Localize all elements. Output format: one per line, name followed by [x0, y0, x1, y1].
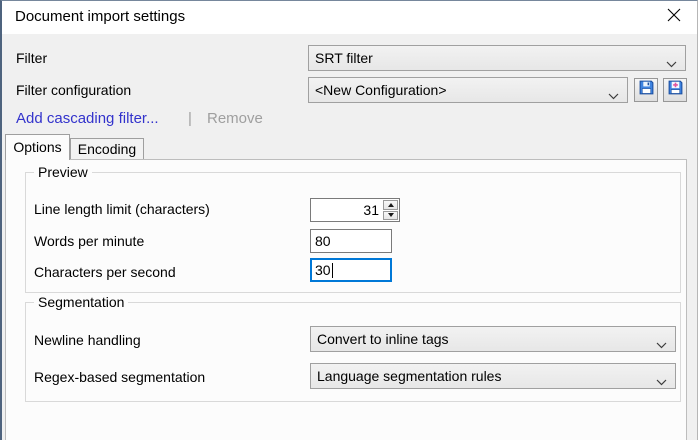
newline-handling-label: Newline handling	[34, 332, 141, 348]
regex-segmentation-value: Language segmentation rules	[317, 368, 501, 384]
preview-group: Preview Line length limit (characters) 3…	[25, 172, 681, 293]
filter-select-value: SRT filter	[315, 50, 373, 66]
words-per-minute-value: 80	[315, 233, 331, 249]
chars-per-second-value: 30	[315, 262, 331, 278]
newline-handling-value: Convert to inline tags	[317, 331, 449, 347]
chars-per-second-input[interactable]: 30	[310, 258, 392, 282]
line-length-label: Line length limit (characters)	[34, 201, 210, 217]
tab-page-options: Preview Line length limit (characters) 3…	[5, 159, 687, 440]
filter-config-select[interactable]: <New Configuration>	[308, 77, 628, 103]
spinner-up-button[interactable]	[383, 200, 398, 210]
chars-per-second-label: Characters per second	[34, 264, 176, 280]
save-floppy-icon	[638, 79, 655, 101]
arrow-down-icon	[388, 213, 394, 217]
close-button[interactable]	[651, 1, 697, 33]
chevron-down-icon	[666, 55, 677, 71]
tab-options[interactable]: Options	[5, 134, 70, 160]
tab-encoding[interactable]: Encoding	[70, 138, 144, 159]
chevron-down-icon	[608, 87, 619, 103]
save-config-button[interactable]	[634, 78, 658, 102]
arrow-up-icon	[388, 203, 394, 207]
text-caret	[332, 263, 333, 278]
regex-segmentation-select[interactable]: Language segmentation rules	[310, 363, 676, 389]
save-floppy-plus-icon	[667, 79, 684, 101]
chevron-down-icon	[656, 336, 667, 352]
newline-handling-select[interactable]: Convert to inline tags	[310, 326, 676, 352]
chevron-down-icon	[656, 373, 667, 389]
close-icon	[667, 8, 681, 27]
line-length-spinner[interactable]: 31	[310, 198, 400, 222]
spinner-down-button[interactable]	[383, 211, 398, 221]
page-title: Document import settings	[15, 8, 185, 25]
actions-separator: |	[188, 110, 192, 127]
remove-link[interactable]: Remove	[207, 110, 263, 127]
add-cascading-filter-link[interactable]: Add cascading filter...	[16, 110, 159, 127]
segmentation-group-title: Segmentation	[34, 294, 128, 310]
regex-segmentation-label: Regex-based segmentation	[34, 369, 205, 385]
title-bar: Document import settings	[2, 1, 697, 34]
save-config-as-new-button[interactable]	[663, 78, 687, 102]
document-import-settings-dialog: Document import settings Filter SRT filt…	[0, 0, 698, 440]
words-per-minute-input[interactable]: 80	[310, 229, 392, 253]
words-per-minute-label: Words per minute	[34, 233, 144, 249]
line-length-value: 31	[311, 202, 382, 218]
preview-group-title: Preview	[34, 164, 92, 180]
filter-label: Filter	[16, 50, 47, 66]
filter-select[interactable]: SRT filter	[308, 45, 686, 71]
filter-config-select-value: <New Configuration>	[315, 82, 447, 98]
segmentation-group: Segmentation Newline handling Convert to…	[25, 302, 681, 402]
filter-config-label: Filter configuration	[16, 82, 131, 98]
